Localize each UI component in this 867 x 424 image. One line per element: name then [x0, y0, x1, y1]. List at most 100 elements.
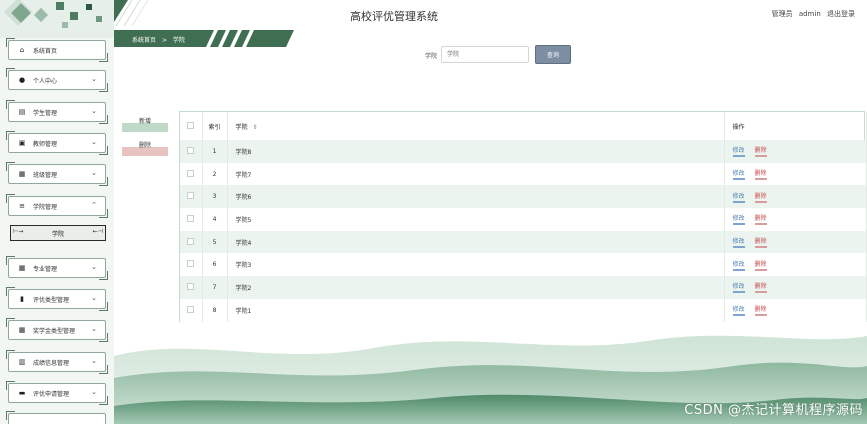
comment-icon: ▬ [18, 389, 26, 397]
row-operations: 修改 删除 [724, 298, 867, 322]
delete-link[interactable]: 删除 [754, 304, 767, 317]
row-checkbox[interactable] [187, 237, 195, 245]
delete-link[interactable]: 删除 [754, 191, 767, 203]
row-checkbox-cell [180, 140, 203, 163]
row-checkbox-cell [180, 230, 203, 254]
row-operations: 修改 删除 [724, 276, 867, 299]
sidebar-item-more[interactable] [6, 411, 106, 424]
row-checkbox[interactable] [187, 305, 195, 313]
add-button-label: 新增 [138, 118, 151, 125]
sidebar-subitem-label: 学院 [51, 230, 64, 238]
row-checkbox[interactable] [187, 146, 195, 154]
add-button[interactable]: 新增 [122, 118, 168, 132]
header: 高校评优管理系统 管理员 admin 退出登录 [114, 0, 867, 30]
row-college: 学院3 [227, 253, 725, 277]
delete-link[interactable]: 删除 [754, 259, 767, 271]
sidebar-item-label: 教师管理 [33, 140, 58, 148]
edit-link[interactable]: 修改 [732, 168, 745, 181]
delete-link[interactable]: 删除 [754, 236, 767, 249]
arrow-right-icon: ←⊣ [92, 228, 103, 235]
delete-link[interactable]: 删除 [754, 213, 767, 226]
table-row: 3 学院6 修改 删除 [180, 185, 867, 209]
row-index: 5 [202, 230, 228, 254]
chevron-down-icon: ⌄ [91, 294, 97, 302]
row-checkbox[interactable] [187, 214, 195, 222]
table-row: 8 学院1 修改 删除 [180, 298, 867, 322]
table-row: 5 学院4 修改 删除 [180, 230, 867, 254]
sidebar-item-scholarship-types[interactable]: ▦ 奖学金类型管理 ⌄ [6, 318, 108, 342]
sidebar-item-teachers[interactable]: ▣ 教师管理 ⌄ [6, 131, 108, 155]
row-index: 2 [202, 162, 228, 186]
row-index: 8 [202, 298, 228, 322]
sidebar-item-award-types[interactable]: ▮ 评优类型管理 ⌄ [6, 287, 108, 311]
sidebar-item-label: 学院管理 [33, 203, 58, 211]
edit-link[interactable]: 修改 [732, 191, 745, 203]
sidebar-item-label: 学生管理 [33, 109, 58, 117]
row-checkbox-cell [180, 185, 203, 209]
page-title: 高校评优管理系统 [350, 10, 438, 23]
delete-button[interactable]: 删除 [122, 142, 168, 156]
table-header-row: 索引 学院 ⇕ 操作 [180, 112, 867, 140]
row-operations: 修改 删除 [724, 208, 867, 231]
sidebar-item-home[interactable]: ⌂ 系统首页 [6, 38, 108, 62]
delete-button-label: 删除 [138, 142, 151, 149]
chevron-down-icon: ⌄ [91, 169, 97, 177]
delete-link[interactable]: 删除 [754, 168, 767, 181]
row-checkbox[interactable] [187, 169, 195, 177]
edit-link[interactable]: 修改 [732, 145, 745, 158]
row-index: 7 [202, 276, 228, 299]
watermark: CSDN @杰记计算机程序源码 [684, 403, 863, 418]
row-checkbox-cell [180, 162, 203, 186]
search-input[interactable] [441, 46, 529, 63]
list-icon: ≡ [19, 202, 25, 210]
row-index: 3 [202, 185, 228, 209]
column-header-operation: 操作 [724, 112, 867, 140]
row-checkbox-cell [180, 253, 203, 277]
row-college: 学院7 [227, 162, 725, 186]
delete-link[interactable]: 删除 [754, 145, 767, 158]
edit-link[interactable]: 修改 [732, 236, 745, 249]
row-checkbox-cell [180, 276, 203, 299]
sidebar-item-classes[interactable]: ▦ 班级管理 ⌄ [6, 162, 108, 186]
header-decoration [114, 0, 149, 27]
chevron-down-icon: ⌄ [91, 107, 97, 115]
stats-icon: ▥ [18, 358, 26, 366]
sidebar-item-label: 个人中心 [33, 77, 58, 85]
chevron-down-icon: ⌄ [91, 325, 97, 333]
select-all-checkbox-cell [180, 112, 203, 140]
user-icon: ● [18, 76, 26, 84]
grid-icon: ▦ [18, 264, 26, 272]
breadcrumb-home[interactable]: 系统首页 [132, 37, 156, 44]
edit-link[interactable]: 修改 [732, 281, 745, 294]
column-header-college[interactable]: 学院 ⇕ [227, 112, 725, 140]
sidebar-subitem-college[interactable]: ⊢→ 学院 ←⊣ [10, 225, 106, 241]
row-checkbox-cell [180, 208, 203, 231]
search-button[interactable]: 查询 [535, 45, 571, 64]
arrow-left-icon: ⊢→ [13, 228, 24, 235]
edit-link[interactable]: 修改 [732, 304, 745, 317]
chevron-down-icon: ⌄ [91, 138, 97, 146]
table-row: 6 学院3 修改 删除 [180, 253, 867, 277]
column-header-college-label: 学院 [235, 123, 248, 131]
sidebar-item-students[interactable]: ▤ 学生管理 ⌄ [6, 100, 108, 124]
sort-icon[interactable]: ⇕ [252, 124, 257, 131]
row-checkbox[interactable] [187, 282, 195, 290]
logout-link[interactable]: 退出登录 [827, 10, 855, 18]
row-checkbox[interactable] [187, 192, 195, 200]
row-operations: 修改 删除 [724, 230, 867, 254]
chevron-down-icon: ⌄ [91, 75, 97, 83]
row-checkbox[interactable] [187, 260, 195, 268]
delete-link[interactable]: 删除 [754, 281, 767, 294]
sidebar-item-profile[interactable]: ● 个人中心 ⌄ [6, 68, 108, 92]
chevron-down-icon: ⌄ [91, 388, 97, 396]
edit-link[interactable]: 修改 [732, 259, 745, 271]
table-row: 1 学院8 修改 删除 [180, 140, 867, 163]
sidebar-item-colleges[interactable]: ≡ 学院管理 ⌃ [6, 194, 108, 218]
sidebar-item-grades[interactable]: ▥ 成绩信息管理 ⌄ [6, 350, 108, 374]
sidebar-item-applications[interactable]: ▬ 评优申请管理 ⌄ [6, 381, 108, 405]
select-all-checkbox[interactable] [187, 121, 195, 129]
edit-link[interactable]: 修改 [732, 213, 745, 226]
chevron-down-icon: ⌄ [91, 357, 97, 365]
user-name: admin [798, 10, 821, 18]
sidebar-item-majors[interactable]: ▦ 专业管理 ⌄ [6, 256, 108, 280]
